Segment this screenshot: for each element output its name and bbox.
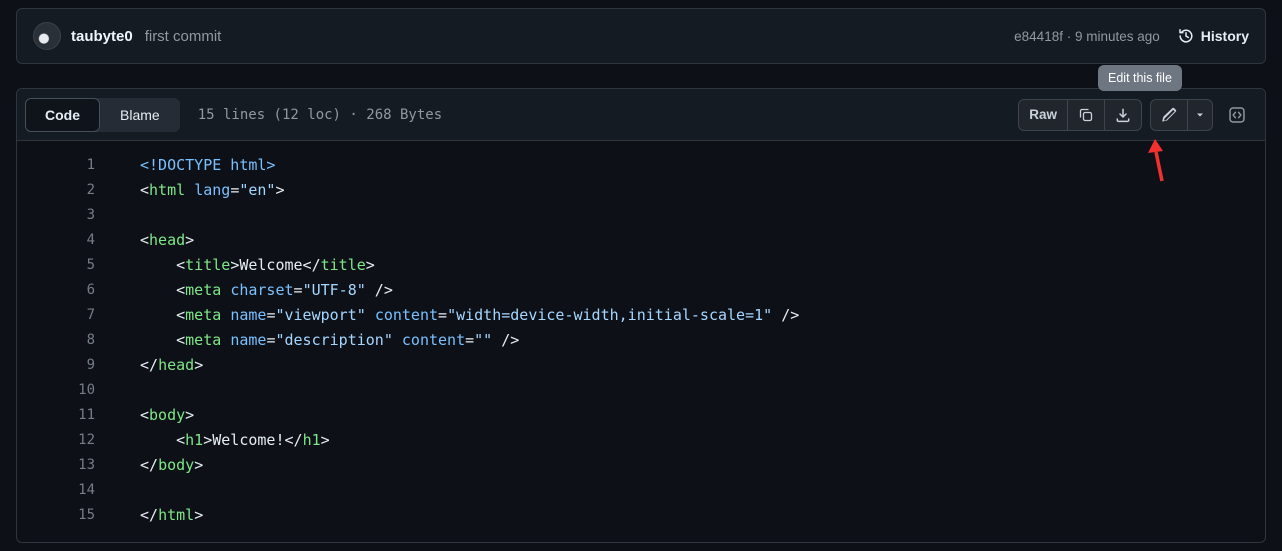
edit-dropdown-button[interactable] — [1187, 99, 1213, 131]
file-header: Code Blame 15 lines (12 loc) · 268 Bytes… — [17, 89, 1265, 141]
raw-copy-download-group: Raw — [1018, 99, 1142, 131]
code-line: 15</html> — [17, 503, 1265, 528]
line-content: <meta name="description" content="" /> — [95, 328, 519, 353]
line-number[interactable]: 12 — [17, 428, 95, 453]
line-content: </body> — [95, 453, 203, 478]
line-number[interactable]: 3 — [17, 203, 95, 228]
line-content: <body> — [95, 403, 194, 428]
copy-icon — [1078, 107, 1094, 123]
tab-blame[interactable]: Blame — [100, 98, 180, 132]
symbols-panel-icon — [1228, 106, 1246, 124]
line-content: <html lang="en"> — [95, 178, 285, 203]
code-line: 6 <meta charset="UTF-8" /> — [17, 278, 1265, 303]
line-content: <head> — [95, 228, 194, 253]
code-line: 2<html lang="en"> — [17, 178, 1265, 203]
commit-message[interactable]: first commit — [145, 28, 222, 45]
line-number[interactable]: 2 — [17, 178, 95, 203]
file-actions: Raw — [1018, 99, 1257, 131]
code-line: 12 <h1>Welcome!</h1> — [17, 428, 1265, 453]
line-content: <meta charset="UTF-8" /> — [95, 278, 393, 303]
code-line: 8 <meta name="description" content="" /> — [17, 328, 1265, 353]
code-line: 13</body> — [17, 453, 1265, 478]
code-line: 1<!DOCTYPE html> — [17, 153, 1265, 178]
code-blame-toggle: Code Blame — [25, 98, 180, 132]
commit-hash-and-time[interactable]: e84418f · 9 minutes ago — [1014, 29, 1160, 44]
download-icon — [1115, 107, 1131, 123]
history-label: History — [1201, 28, 1249, 44]
line-number[interactable]: 6 — [17, 278, 95, 303]
edit-button-group — [1150, 99, 1213, 131]
commit-bar: taubyte0 first commit e84418f · 9 minute… — [16, 8, 1266, 64]
line-content: <meta name="viewport" content="width=dev… — [95, 303, 799, 328]
line-content — [95, 203, 140, 228]
symbols-panel-button[interactable] — [1221, 99, 1253, 131]
line-number[interactable]: 13 — [17, 453, 95, 478]
tab-code[interactable]: Code — [25, 98, 100, 132]
code-line: 10 — [17, 378, 1265, 403]
red-arrow-annotation — [1146, 139, 1170, 188]
line-number[interactable]: 10 — [17, 378, 95, 403]
code-line: 3 — [17, 203, 1265, 228]
line-content: <title>Welcome</title> — [95, 253, 375, 278]
line-number[interactable]: 5 — [17, 253, 95, 278]
line-number[interactable]: 11 — [17, 403, 95, 428]
tooltip-edit-this-file: Edit this file — [1098, 65, 1182, 91]
line-content — [95, 478, 140, 503]
code-line: 7 <meta name="viewport" content="width=d… — [17, 303, 1265, 328]
line-content — [95, 378, 140, 403]
file-viewer: Code Blame 15 lines (12 loc) · 268 Bytes… — [16, 88, 1266, 543]
line-number[interactable]: 4 — [17, 228, 95, 253]
code-line: 11<body> — [17, 403, 1265, 428]
pencil-icon — [1161, 107, 1177, 123]
raw-button[interactable]: Raw — [1018, 99, 1068, 131]
history-button[interactable]: History — [1178, 28, 1249, 44]
line-content: </html> — [95, 503, 203, 528]
download-button[interactable] — [1104, 99, 1142, 131]
line-number[interactable]: 14 — [17, 478, 95, 503]
file-meta-info: 15 lines (12 loc) · 268 Bytes — [198, 107, 442, 123]
line-number[interactable]: 8 — [17, 328, 95, 353]
line-number[interactable]: 1 — [17, 153, 95, 178]
chevron-down-icon — [1194, 109, 1206, 121]
code-line: 4<head> — [17, 228, 1265, 253]
code-line: 5 <title>Welcome</title> — [17, 253, 1265, 278]
code-lines: 1<!DOCTYPE html>2<html lang="en">34<head… — [17, 141, 1265, 540]
avatar[interactable] — [33, 22, 61, 50]
code-line: 14 — [17, 478, 1265, 503]
line-number[interactable]: 7 — [17, 303, 95, 328]
code-line: 9</head> — [17, 353, 1265, 378]
clock-history-icon — [1178, 28, 1194, 44]
copy-button[interactable] — [1067, 99, 1105, 131]
line-content: <h1>Welcome!</h1> — [95, 428, 330, 453]
line-content: <!DOCTYPE html> — [95, 153, 275, 178]
line-content: </head> — [95, 353, 203, 378]
edit-button[interactable] — [1150, 99, 1188, 131]
line-number[interactable]: 9 — [17, 353, 95, 378]
line-number[interactable]: 15 — [17, 503, 95, 528]
commit-author[interactable]: taubyte0 — [71, 28, 133, 45]
